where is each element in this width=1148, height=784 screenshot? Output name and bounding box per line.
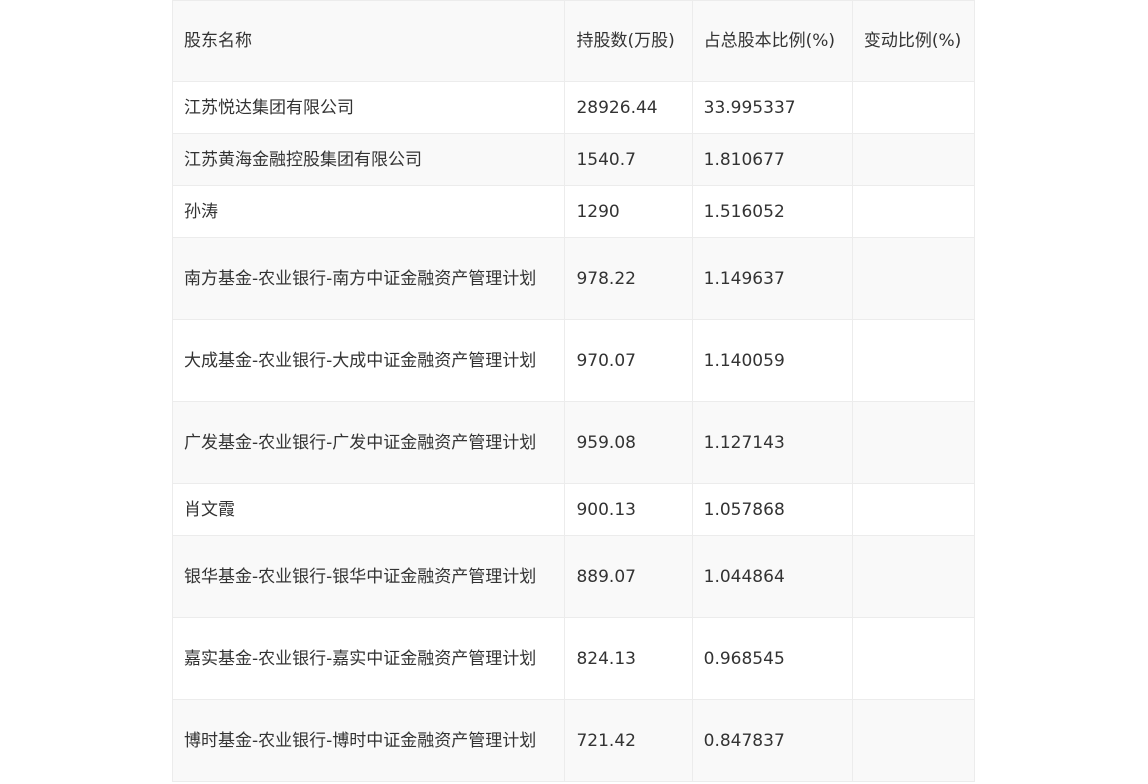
- cell-change: [851, 401, 976, 484]
- shareholder-table: 股东名称 持股数(万股) 占总股本比例(%) 变动比例(%) 江苏悦达集团有限公…: [171, 0, 976, 782]
- cell-ratio: 1.810677: [691, 133, 853, 186]
- cell-ratio: 0.968545: [691, 617, 853, 700]
- cell-shares: 28926.44: [564, 81, 693, 134]
- table-header-row: 股东名称 持股数(万股) 占总股本比例(%) 变动比例(%): [171, 0, 976, 82]
- table-row: 南方基金-农业银行-南方中证金融资产管理计划 978.22 1.149637: [171, 237, 976, 320]
- cell-change: [851, 319, 976, 402]
- table-row: 博时基金-农业银行-博时中证金融资产管理计划 721.42 0.847837: [171, 699, 976, 782]
- cell-name: 广发基金-农业银行-广发中证金融资产管理计划: [171, 401, 566, 484]
- table-row: 银华基金-农业银行-银华中证金融资产管理计划 889.07 1.044864: [171, 535, 976, 618]
- header-ratio: 占总股本比例(%): [691, 0, 853, 82]
- cell-ratio: 0.847837: [691, 699, 853, 782]
- shareholder-table-container: 股东名称 持股数(万股) 占总股本比例(%) 变动比例(%) 江苏悦达集团有限公…: [171, 0, 976, 782]
- cell-name: 江苏悦达集团有限公司: [171, 81, 566, 134]
- cell-shares: 1290: [564, 185, 693, 238]
- table-row: 嘉实基金-农业银行-嘉实中证金融资产管理计划 824.13 0.968545: [171, 617, 976, 700]
- cell-ratio: 1.140059: [691, 319, 853, 402]
- table-row: 大成基金-农业银行-大成中证金融资产管理计划 970.07 1.140059: [171, 319, 976, 402]
- table-row: 孙涛 1290 1.516052: [171, 185, 976, 238]
- cell-ratio: 1.057868: [691, 483, 853, 536]
- cell-change: [851, 617, 976, 700]
- cell-name: 江苏黄海金融控股集团有限公司: [171, 133, 566, 186]
- cell-name: 银华基金-农业银行-银华中证金融资产管理计划: [171, 535, 566, 618]
- table-row: 广发基金-农业银行-广发中证金融资产管理计划 959.08 1.127143: [171, 401, 976, 484]
- cell-shares: 889.07: [564, 535, 693, 618]
- cell-shares: 1540.7: [564, 133, 693, 186]
- cell-change: [851, 699, 976, 782]
- cell-shares: 978.22: [564, 237, 693, 320]
- cell-ratio: 1.516052: [691, 185, 853, 238]
- header-change: 变动比例(%): [851, 0, 976, 82]
- cell-name: 嘉实基金-农业银行-嘉实中证金融资产管理计划: [171, 617, 566, 700]
- table-row: 江苏悦达集团有限公司 28926.44 33.995337: [171, 81, 976, 134]
- cell-change: [851, 535, 976, 618]
- cell-ratio: 1.127143: [691, 401, 853, 484]
- cell-shares: 900.13: [564, 483, 693, 536]
- cell-change: [851, 81, 976, 134]
- cell-change: [851, 133, 976, 186]
- cell-shares: 721.42: [564, 699, 693, 782]
- cell-change: [851, 237, 976, 320]
- header-name: 股东名称: [171, 0, 566, 82]
- cell-change: [851, 185, 976, 238]
- table-row: 江苏黄海金融控股集团有限公司 1540.7 1.810677: [171, 133, 976, 186]
- header-shares: 持股数(万股): [564, 0, 693, 82]
- cell-name: 大成基金-农业银行-大成中证金融资产管理计划: [171, 319, 566, 402]
- cell-name: 孙涛: [171, 185, 566, 238]
- cell-name: 南方基金-农业银行-南方中证金融资产管理计划: [171, 237, 566, 320]
- cell-shares: 824.13: [564, 617, 693, 700]
- cell-ratio: 33.995337: [691, 81, 853, 134]
- cell-shares: 959.08: [564, 401, 693, 484]
- cell-change: [851, 483, 976, 536]
- cell-ratio: 1.044864: [691, 535, 853, 618]
- cell-name: 肖文霞: [171, 483, 566, 536]
- cell-ratio: 1.149637: [691, 237, 853, 320]
- table-row: 肖文霞 900.13 1.057868: [171, 483, 976, 536]
- cell-shares: 970.07: [564, 319, 693, 402]
- cell-name: 博时基金-农业银行-博时中证金融资产管理计划: [171, 699, 566, 782]
